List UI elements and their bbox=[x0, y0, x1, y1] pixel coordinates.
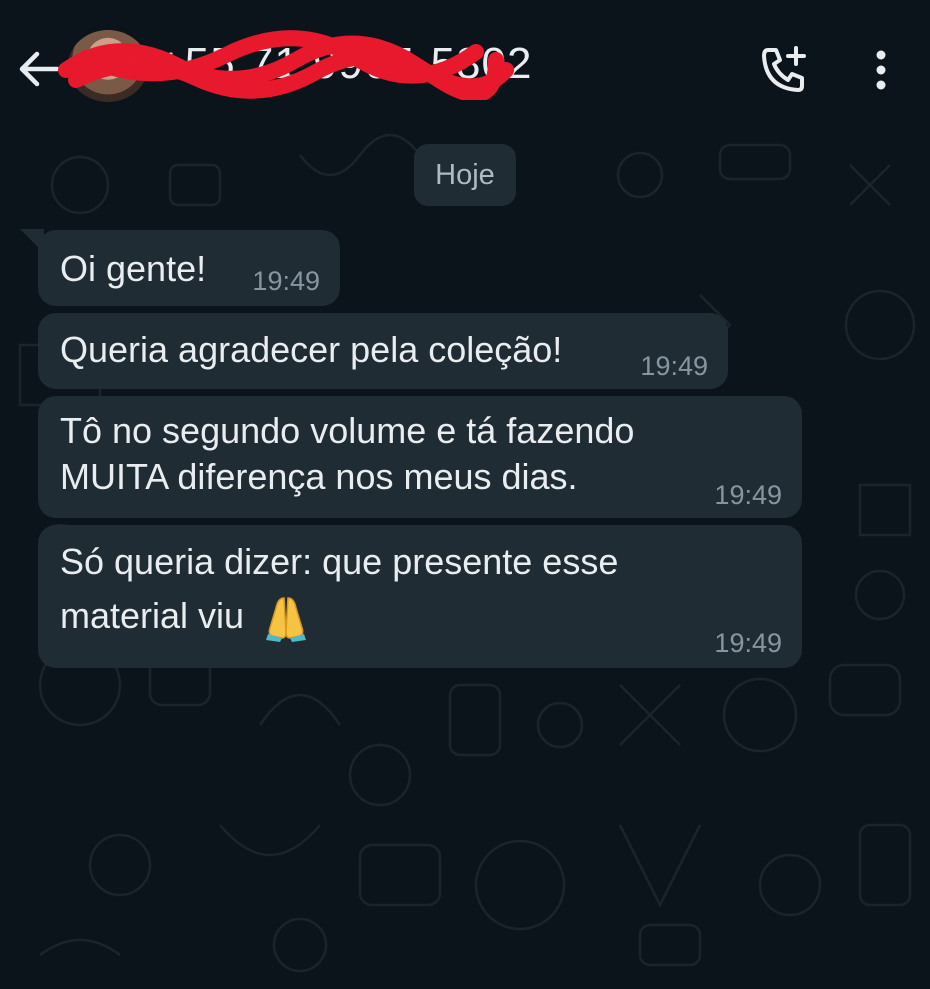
more-vertical-icon bbox=[876, 50, 886, 90]
message-time: 19:49 bbox=[252, 266, 320, 296]
folded-hands-icon bbox=[266, 597, 307, 643]
message-time: 19:49 bbox=[714, 480, 782, 510]
avatar[interactable] bbox=[68, 30, 148, 102]
chat-header: +55 71 9965-5802 bbox=[0, 0, 930, 125]
message-text: Só queria dizer: que presente esse bbox=[60, 541, 619, 582]
date-separator: Hoje bbox=[414, 144, 516, 206]
message-text: Queria agradecer pela coleção! bbox=[60, 329, 563, 370]
message-bubble[interactable]: Tô no segundo volume e tá fazendo MUITA … bbox=[38, 396, 802, 518]
phone-plus-icon bbox=[762, 46, 806, 92]
message-bubble[interactable]: Queria agradecer pela coleção! 19:49 bbox=[38, 313, 728, 389]
contact-name[interactable]: +55 71 9965-5802 bbox=[158, 34, 532, 94]
message-text: Tô no segundo volume e tá fazendo bbox=[60, 410, 635, 451]
back-button[interactable] bbox=[14, 44, 64, 94]
message-time: 19:49 bbox=[714, 628, 782, 658]
message-bubble[interactable]: Só queria dizer: que presente esse mater… bbox=[38, 525, 802, 668]
more-options-button[interactable] bbox=[856, 42, 906, 98]
message-bubble[interactable]: Oi gente! 19:49 bbox=[38, 230, 340, 306]
message-text: MUITA diferença nos meus dias. bbox=[60, 456, 578, 497]
message-text: Oi gente! bbox=[60, 248, 207, 289]
add-call-button[interactable] bbox=[756, 42, 812, 98]
message-text: material viu bbox=[60, 595, 245, 636]
arrow-left-icon bbox=[19, 51, 60, 87]
message-time: 19:49 bbox=[640, 351, 708, 381]
